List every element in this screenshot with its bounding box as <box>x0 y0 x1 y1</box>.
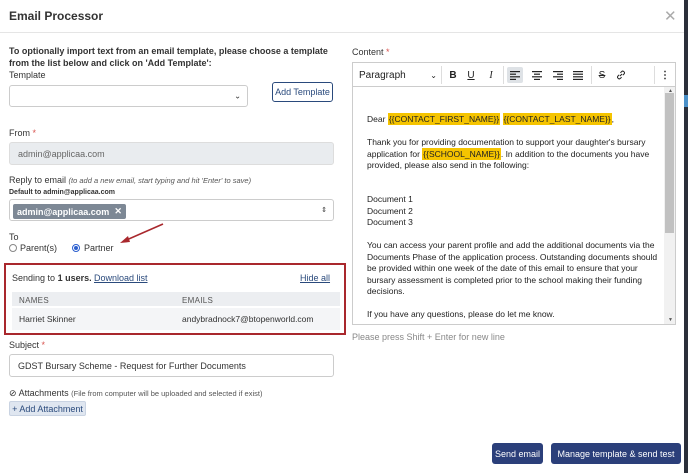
remove-chip-icon[interactable]: ✕ <box>114 206 122 217</box>
editor-paragraph-1: Thank you for providing documentation to… <box>367 137 650 170</box>
from-field[interactable]: admin@applicaa.com <box>9 142 334 165</box>
template-select[interactable]: ⌄ <box>9 85 248 107</box>
scroll-thumb[interactable] <box>665 93 674 233</box>
email-processor-modal: Email Processor ✕ To optionally import t… <box>0 0 688 473</box>
link-icon[interactable] <box>614 67 628 83</box>
editor-scrollbar[interactable]: ▲ ▼ <box>664 87 675 324</box>
editor-doc-list: Document 1 Document 2 Document 3 <box>367 194 413 227</box>
strikethrough-icon[interactable]: S <box>595 67 609 83</box>
close-icon[interactable]: ✕ <box>664 7 677 25</box>
editor-hint: Please press Shift + Enter for new line <box>352 332 505 342</box>
editor-paragraph-3: If you have any questions, please do let… <box>367 309 555 319</box>
radio-parents-label: Parent(s) <box>20 243 58 253</box>
align-center-icon[interactable] <box>529 67 545 83</box>
subject-field[interactable]: GDST Bursary Scheme - Request for Furthe… <box>9 354 334 377</box>
align-right-icon[interactable] <box>550 67 566 83</box>
add-template-button[interactable]: Add Template <box>272 82 333 102</box>
reply-label: Reply to email (to add a new email, star… <box>9 175 252 185</box>
template-label: Template <box>9 70 46 80</box>
align-justify-icon[interactable] <box>570 67 586 83</box>
modal-header: Email Processor ✕ <box>0 0 684 33</box>
radio-partner[interactable] <box>72 244 80 252</box>
annotation-arrow-icon <box>120 223 164 243</box>
reply-to-field[interactable]: admin@applicaa.com ✕ ⇕ <box>9 199 334 221</box>
table-row: Harriet Skinner andybradnock7@btopenworl… <box>12 308 340 330</box>
editor-greeting: Dear {{CONTACT_FIRST_NAME}} {{CONTACT_LA… <box>367 113 615 125</box>
to-label: To <box>9 232 19 242</box>
radio-partner-label: Partner <box>84 243 114 253</box>
attachments-label: ⊘ Attachments (File from computer will b… <box>9 388 263 398</box>
from-label: From * <box>9 128 37 138</box>
hide-all-link[interactable]: Hide all <box>300 273 330 283</box>
more-options-icon[interactable]: ⋮ <box>659 67 671 83</box>
content-editor[interactable]: Dear {{CONTACT_FIRST_NAME}} {{CONTACT_LA… <box>352 87 676 325</box>
placeholder-tag: {{SCHOOL_NAME}} <box>422 147 501 160</box>
manage-template-button[interactable]: Manage template & send test <box>551 443 681 464</box>
underline-icon[interactable]: U <box>464 67 478 83</box>
sending-summary-box: Sending to 1 users. Download list Hide a… <box>4 263 346 335</box>
align-left-icon[interactable] <box>507 67 523 83</box>
bold-icon[interactable]: B <box>446 67 460 83</box>
radio-parents[interactable] <box>9 244 17 252</box>
col-names: NAMES <box>19 296 49 305</box>
download-list-link[interactable]: Download list <box>94 273 148 283</box>
up-down-chevron-icon: ⇕ <box>321 207 327 214</box>
format-select[interactable]: Paragraph ⌄ <box>359 67 437 83</box>
reply-default-note: Default to admin@applicaa.com <box>9 189 116 196</box>
editor-paragraph-2: You can access your parent profile and a… <box>367 240 658 296</box>
reply-email-chip: admin@applicaa.com ✕ <box>13 204 126 219</box>
sending-count: Sending to 1 users. <box>12 273 92 283</box>
modal-title: Email Processor <box>9 9 104 23</box>
placeholder-tag: {{CONTACT_LAST_NAME}} <box>502 113 612 125</box>
send-email-button[interactable]: Send email <box>492 443 543 464</box>
add-attachment-button[interactable]: + Add Attachment <box>9 401 86 416</box>
editor-toolbar: Paragraph ⌄ B U I S ⋮ <box>352 62 676 87</box>
template-instruction: To optionally import text from an email … <box>9 46 328 68</box>
scroll-down-icon[interactable]: ▼ <box>668 317 673 323</box>
italic-icon[interactable]: I <box>484 67 498 83</box>
paperclip-icon: ⊘ <box>9 388 17 398</box>
col-emails: EMAILS <box>182 296 214 305</box>
background-edge <box>684 0 688 473</box>
recipients-table-header: NAMES EMAILS <box>12 292 340 306</box>
recipient-name: Harriet Skinner <box>19 314 76 324</box>
subject-label: Subject * <box>9 340 46 350</box>
content-label: Content * <box>352 47 390 57</box>
chevron-down-icon: ⌄ <box>430 70 437 80</box>
placeholder-tag: {{CONTACT_FIRST_NAME}} <box>387 113 501 125</box>
recipient-email: andybradnock7@btopenworld.com <box>182 314 314 324</box>
chevron-down-icon: ⌄ <box>234 91 241 101</box>
